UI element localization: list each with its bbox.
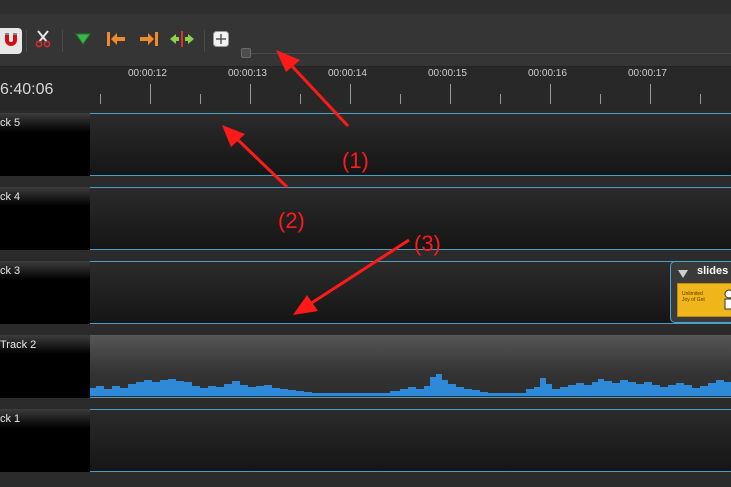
ruler-minor-tick: [700, 94, 701, 104]
ruler-minor-tick: [200, 94, 201, 104]
ruler-major-tick: [150, 84, 151, 104]
razor-button[interactable]: [30, 28, 56, 54]
track-name: ck 5: [0, 117, 21, 129]
track-row-2: Track 2: [0, 335, 731, 398]
ruler-minor-tick: [600, 94, 601, 104]
track-name: ck 3: [0, 265, 21, 277]
audio-waveform: [90, 374, 731, 396]
ruler-major-tick: [650, 84, 651, 104]
zoom-fit-button[interactable]: [208, 28, 234, 54]
clip-thumbnail: Unlimited Joy of Gnt: [677, 283, 731, 317]
scissors-icon: [35, 29, 51, 53]
next-marker-button[interactable]: [136, 28, 162, 54]
current-time-display: 6:40:06: [0, 81, 54, 98]
track-row-1: ck 1: [0, 409, 731, 472]
separator: [62, 30, 63, 52]
track-row-3: ck 3: [0, 261, 731, 324]
ruler-major-tick: [450, 84, 451, 104]
track-name: ck 4: [0, 191, 21, 203]
annotation-label-2: (2): [278, 208, 305, 233]
timeline-toolbar: [0, 14, 731, 67]
top-strip: [0, 0, 731, 14]
jump-next-icon: [138, 30, 160, 53]
add-marker-button[interactable]: [70, 28, 96, 54]
jump-previous-icon: [105, 30, 127, 53]
magnet-icon: [3, 32, 19, 51]
ruler-minor-tick: [300, 94, 301, 104]
audio-clip[interactable]: [90, 335, 731, 398]
thumbnail-figure: [724, 289, 731, 310]
track-lane[interactable]: [90, 261, 731, 324]
track-header[interactable]: ck 4: [0, 187, 90, 250]
ruler-tick-label: 00:00:14: [328, 68, 367, 79]
ruler-tick-label: 00:00:16: [528, 68, 567, 79]
ruler-minor-tick: [100, 94, 101, 104]
clip-menu-icon[interactable]: [677, 266, 689, 284]
ruler-tick-label: 00:00:17: [628, 68, 667, 79]
ruler-tick-label: 00:00:15: [428, 68, 467, 79]
separator: [204, 30, 205, 52]
thumbnail-text: Joy of Gnt: [682, 297, 705, 303]
ruler-minor-tick: [400, 94, 401, 104]
marker-icon: [75, 32, 91, 51]
track-lane[interactable]: [90, 187, 731, 250]
ruler-major-tick: [350, 84, 351, 104]
track-header[interactable]: ck 3: [0, 261, 90, 324]
ruler-major-tick: [550, 84, 551, 104]
zoom-slider-track[interactable]: [246, 53, 731, 54]
track-lane[interactable]: [90, 409, 731, 472]
center-icon: [169, 30, 195, 53]
annotation-label-3: (3): [414, 231, 441, 256]
center-playhead-button[interactable]: [169, 28, 195, 54]
ruler-tick-label: 00:00:12: [128, 68, 167, 79]
annotation-label-1: (1): [342, 148, 369, 173]
track-row-4: ck 4: [0, 187, 731, 250]
ruler-tick-label: 00:00:13: [228, 68, 267, 79]
clip-title: slides: [697, 265, 729, 277]
snap-button[interactable]: [0, 28, 22, 54]
track-header[interactable]: ck 1: [0, 409, 90, 472]
track-name: ck 1: [0, 413, 21, 425]
zoom-fit-icon: [213, 30, 229, 52]
image-clip[interactable]: slides Unlimited Joy of Gnt: [670, 261, 731, 323]
zoom-slider-handle[interactable]: [241, 48, 251, 58]
separator: [26, 30, 27, 52]
ruler-major-tick: [250, 84, 251, 104]
track-lane[interactable]: [90, 113, 731, 176]
ruler-minor-tick: [500, 94, 501, 104]
track-header[interactable]: ck 5: [0, 113, 90, 176]
track-header[interactable]: Track 2: [0, 335, 90, 398]
previous-marker-button[interactable]: [103, 28, 129, 54]
track-name: Track 2: [0, 339, 37, 351]
